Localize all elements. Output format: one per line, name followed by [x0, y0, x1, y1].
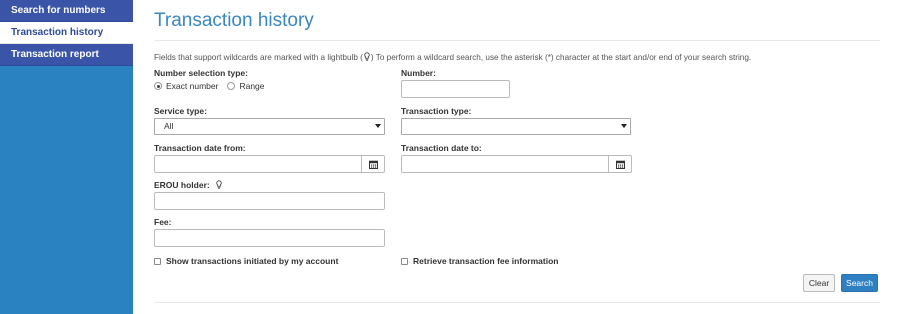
date-from-picker-button[interactable] — [362, 155, 385, 173]
help-text-start: Fields that support wildcards are marked… — [154, 53, 363, 62]
show-my-transactions-label[interactable]: Show transactions initiated by my accoun… — [166, 256, 338, 266]
fee-label: Fee: — [154, 217, 172, 227]
service-type-select[interactable]: All — [154, 118, 385, 135]
number-input[interactable] — [401, 80, 510, 98]
service-type-label: Service type: — [154, 106, 207, 116]
erou-holder-label-text: EROU holder: — [154, 180, 210, 190]
transaction-date-from-label: Transaction date from: — [154, 143, 246, 153]
show-my-transactions-checkbox[interactable] — [154, 257, 161, 265]
divider — [154, 302, 880, 303]
radio-range[interactable] — [227, 82, 236, 90]
lightbulb-icon — [364, 52, 370, 61]
page-title: Transaction history — [154, 10, 314, 31]
calendar-icon — [615, 160, 625, 169]
transaction-date-to-input[interactable] — [401, 155, 609, 173]
sidebar-item-search-for-numbers[interactable]: Search for numbers — [0, 0, 133, 22]
retrieve-fee-info-label[interactable]: Retrieve transaction fee information — [413, 256, 558, 266]
transaction-type-label: Transaction type: — [401, 106, 472, 116]
erou-holder-label: EROU holder: — [154, 180, 223, 190]
transaction-date-from-input[interactable] — [154, 155, 362, 173]
search-button[interactable]: Search — [841, 274, 878, 292]
page: Search for numbers Transaction history T… — [0, 0, 900, 314]
divider — [154, 40, 880, 41]
help-text-end: ) To perform a wildcard search, use the … — [370, 53, 752, 62]
caret-down-icon — [375, 124, 381, 128]
show-my-transactions-checkbox-row[interactable]: Show transactions initiated by my accoun… — [154, 256, 338, 266]
transaction-type-select[interactable] — [401, 118, 631, 135]
radio-exact-number[interactable] — [154, 82, 162, 90]
calendar-icon — [368, 160, 378, 169]
sidebar-item-transaction-history[interactable]: Transaction history — [0, 22, 133, 44]
erou-holder-input[interactable] — [154, 192, 385, 210]
sidebar-item-transaction-report[interactable]: Transaction report — [0, 44, 133, 66]
sidebar: Search for numbers Transaction history T… — [0, 0, 133, 314]
lightbulb-icon — [216, 180, 222, 189]
wildcard-help-text: Fields that support wildcards are marked… — [154, 52, 880, 62]
caret-down-icon — [621, 124, 627, 128]
number-selection-radio-group: Exact number Range — [154, 81, 274, 91]
clear-button[interactable]: Clear — [803, 274, 835, 292]
number-label: Number: — [401, 68, 436, 78]
radio-exact-number-label[interactable]: Exact number — [166, 81, 218, 91]
number-selection-type-label: Number selection type: — [154, 68, 248, 78]
radio-range-label[interactable]: Range — [239, 81, 264, 91]
fee-input[interactable] — [154, 229, 385, 247]
retrieve-fee-info-checkbox[interactable] — [401, 257, 408, 265]
service-type-value: All — [164, 121, 174, 131]
main-content: Transaction history Fields that support … — [154, 0, 880, 314]
date-to-picker-button[interactable] — [609, 155, 632, 173]
transaction-date-to-label: Transaction date to: — [401, 143, 482, 153]
retrieve-fee-info-checkbox-row[interactable]: Retrieve transaction fee information — [401, 256, 558, 266]
